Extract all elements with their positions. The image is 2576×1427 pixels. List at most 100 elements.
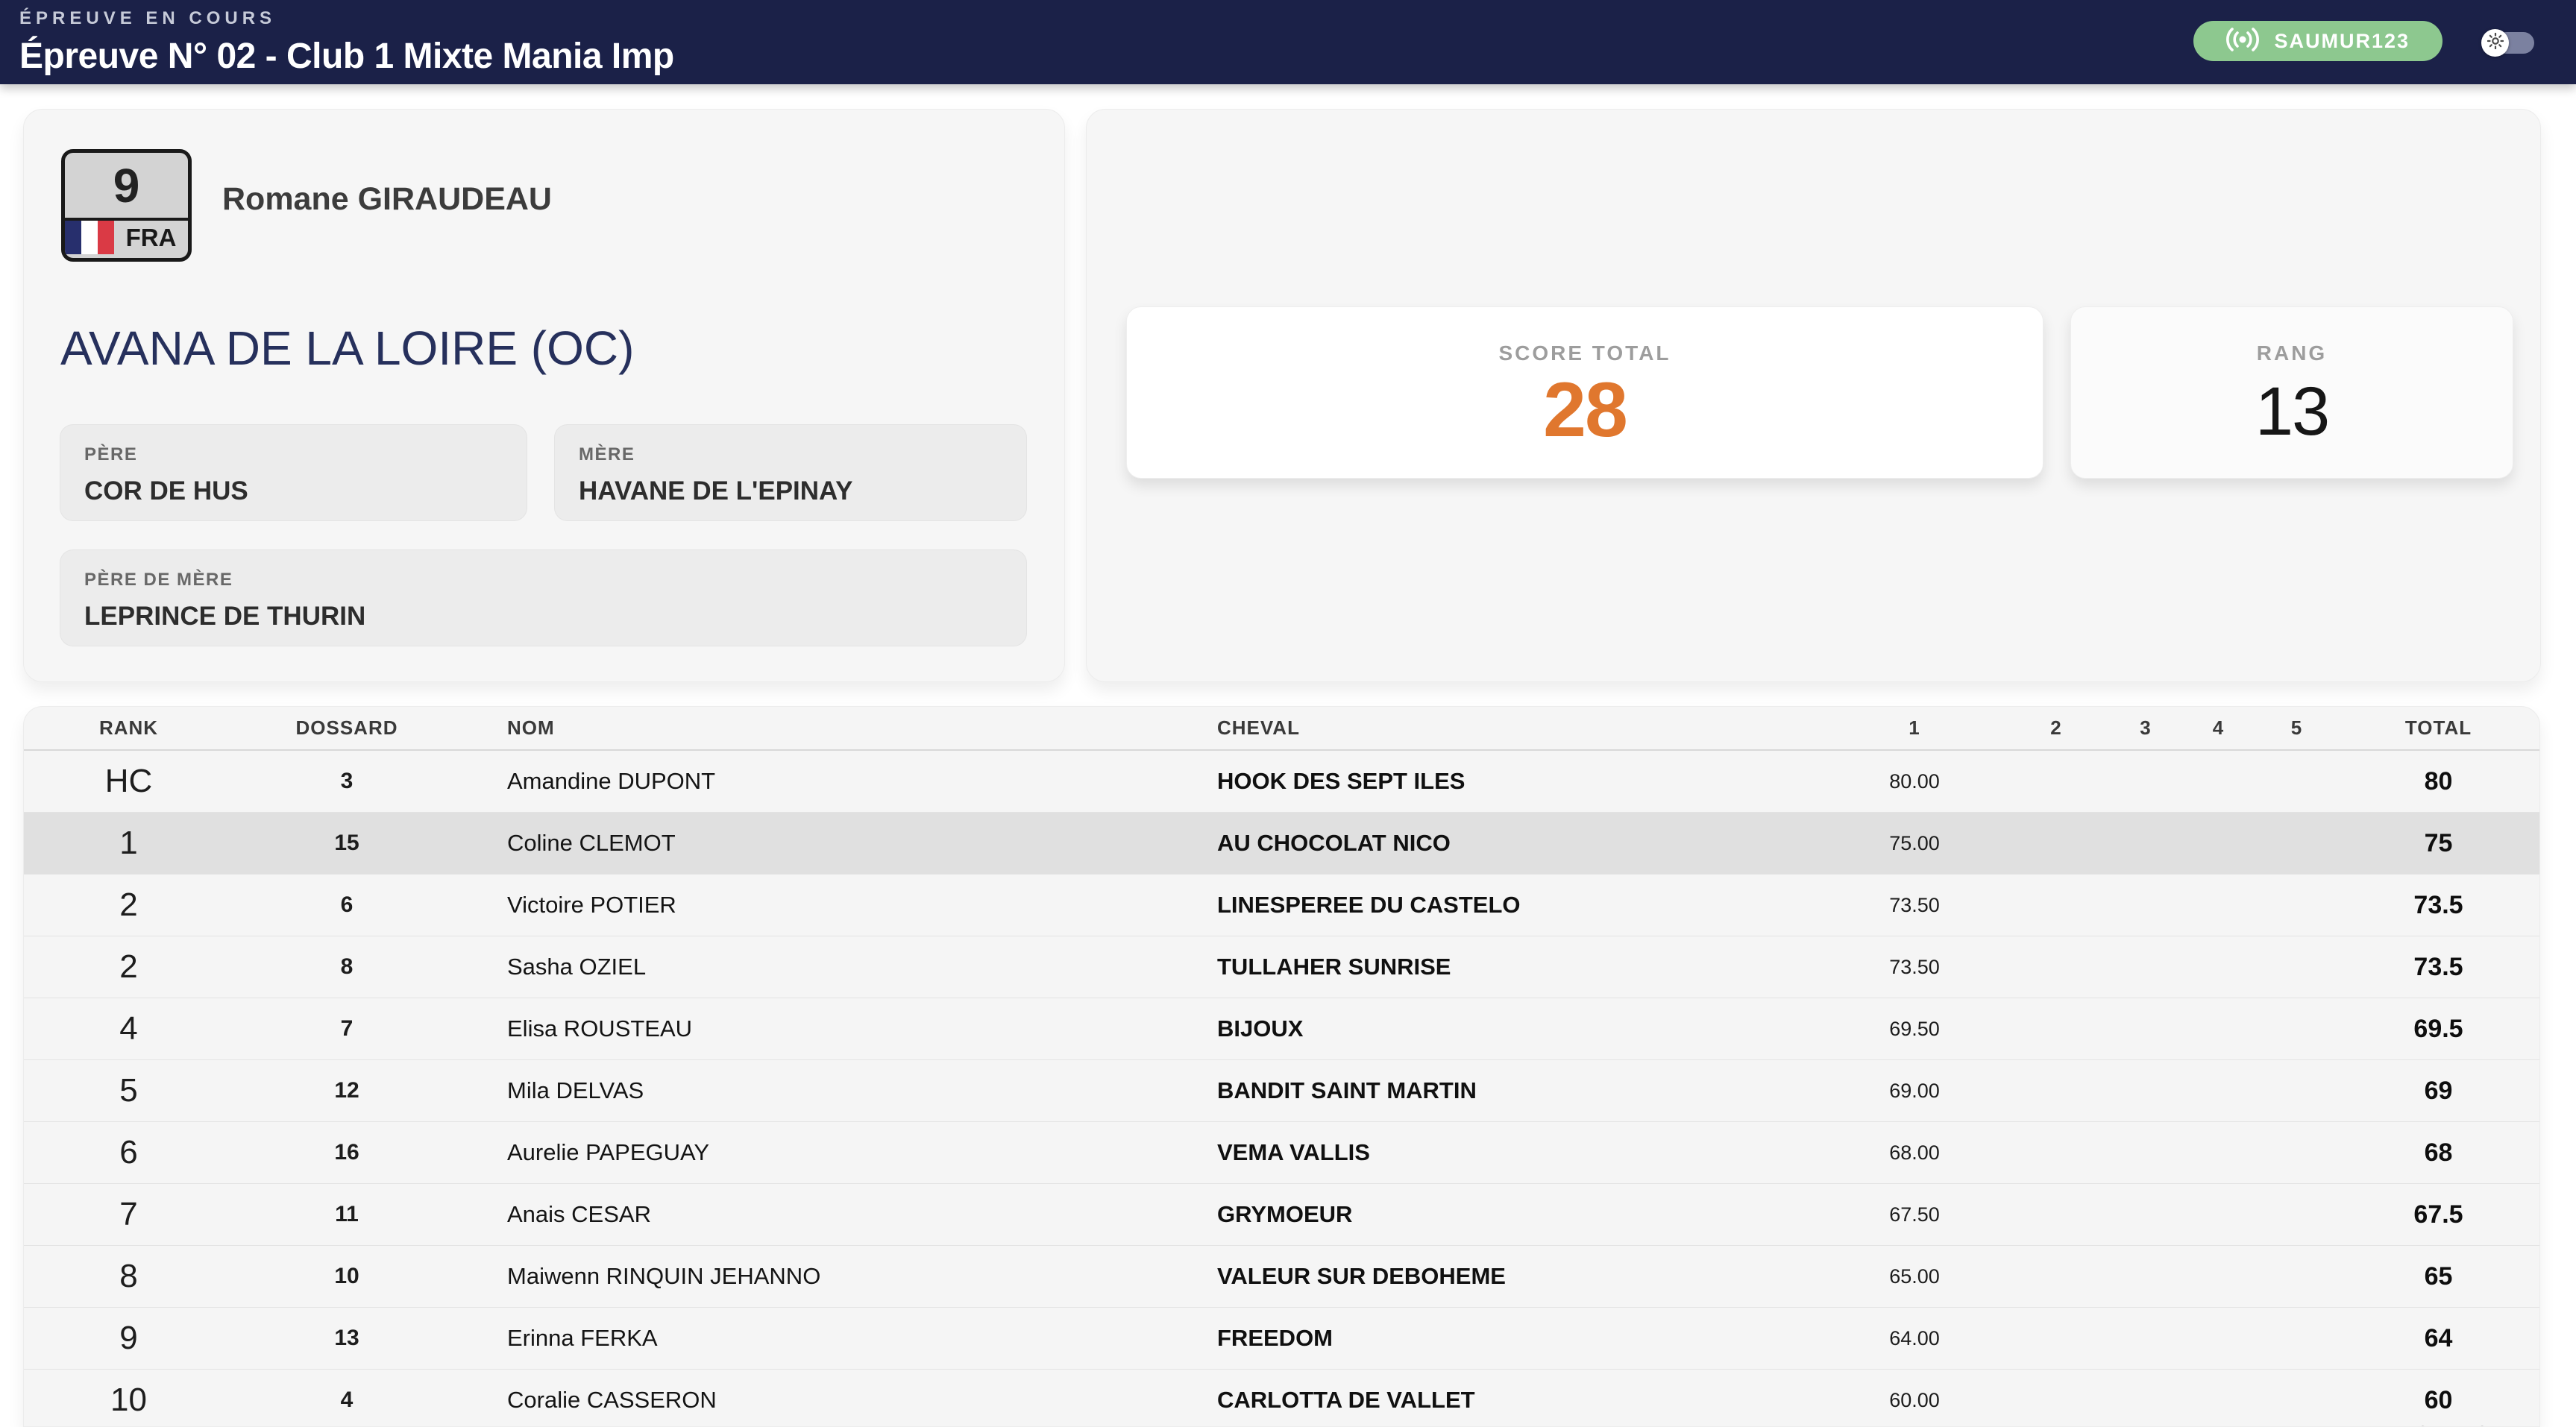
pedigree-dam-box: MÈRE HAVANE DE L'EPINAY	[554, 424, 1027, 521]
table-row[interactable]: 47Elisa ROUSTEAUBIJOUX69.5069.5	[24, 998, 2539, 1060]
pedigree-label: PÈRE	[84, 444, 503, 465]
table-row[interactable]: 512Mila DELVASBANDIT SAINT MARTIN69.0069	[24, 1060, 2539, 1122]
table-row[interactable]: 115Coline CLEMOTAU CHOCOLAT NICO75.0075	[24, 813, 2539, 875]
theme-toggle[interactable]	[2495, 32, 2534, 54]
cell-cheval: AU CHOCOLAT NICO	[1206, 830, 1829, 857]
cell-score-1: 75.00	[1829, 832, 2000, 855]
cell-total: 80	[2336, 767, 2540, 796]
pedigree-value: LEPRINCE DE THURIN	[84, 602, 1002, 631]
table-row[interactable]: 711Anais CESARGRYMOEUR67.5067.5	[24, 1184, 2539, 1246]
pagination-label: 1-16 sur 16	[2389, 1422, 2487, 1427]
cell-score-1: 64.00	[1829, 1327, 2000, 1350]
country-code: FRA	[114, 221, 188, 254]
table-row[interactable]: 913Erinna FERKAFREEDOM64.0064	[24, 1308, 2539, 1370]
cell-rank: 9	[24, 1320, 233, 1357]
pedigree-value: HAVANE DE L'EPINAY	[579, 476, 1002, 506]
col-header-1: 1	[1829, 716, 2000, 740]
pedigree-sire-box: PÈRE COR DE HUS	[60, 424, 527, 521]
cell-cheval: HOOK DES SEPT ILES	[1206, 768, 1829, 795]
col-header-cheval: CHEVAL	[1206, 716, 1829, 740]
cell-nom: Aurelie PAPEGUAY	[460, 1139, 1206, 1166]
cell-total: 60	[2336, 1386, 2540, 1415]
cell-rank: 7	[24, 1196, 233, 1233]
cell-dossard: 15	[233, 831, 460, 856]
col-header-2: 2	[2000, 716, 2112, 740]
bib-plate: 9 FRA	[61, 149, 192, 262]
bib-number: 9	[65, 153, 188, 221]
rider-name: Romane GIRAUDEAU	[222, 180, 552, 218]
score-total-label: SCORE TOTAL	[1498, 341, 1671, 365]
cell-rank: 2	[24, 886, 233, 924]
score-total-value: 28	[1543, 371, 1627, 449]
table-body: HC3Amandine DUPONTHOOK DES SEPT ILES80.0…	[24, 751, 2539, 1427]
cell-cheval: GRYMOEUR	[1206, 1201, 1829, 1228]
sun-icon	[2487, 33, 2504, 53]
col-header-total: TOTAL	[2336, 716, 2540, 740]
pedigree-label: MÈRE	[579, 444, 1002, 465]
cell-rank: HC	[24, 763, 233, 800]
live-badge-label: SAUMUR123	[2274, 30, 2410, 53]
results-table-card: RANK DOSSARD NOM CHEVAL 1 2 3 4 5 TOTAL …	[23, 706, 2540, 1427]
cell-score-1: 67.50	[1829, 1203, 2000, 1226]
pedigree-value: COR DE HUS	[84, 476, 503, 506]
cell-dossard: 16	[233, 1140, 460, 1165]
cell-dossard: 4	[233, 1387, 460, 1413]
rank-value: 13	[2255, 377, 2328, 446]
cell-nom: Erinna FERKA	[460, 1325, 1206, 1352]
cell-cheval: VEMA VALLIS	[1206, 1139, 1829, 1166]
col-header-dossard: DOSSARD	[233, 716, 460, 740]
rank-label: RANG	[2257, 341, 2327, 365]
cell-score-1: 73.50	[1829, 894, 2000, 917]
cell-total: 75	[2336, 829, 2540, 858]
table-row[interactable]: 26Victoire POTIERLINESPEREE DU CASTELO73…	[24, 875, 2539, 936]
cell-score-1: 69.50	[1829, 1018, 2000, 1041]
col-header-3: 3	[2112, 716, 2179, 740]
page-title: Épreuve N° 02 - Club 1 Mixte Mania Imp	[19, 36, 2576, 77]
cell-nom: Maiwenn RINQUIN JEHANNO	[460, 1263, 1206, 1290]
table-row[interactable]: 810Maiwenn RINQUIN JEHANNOVALEUR SUR DEB…	[24, 1246, 2539, 1308]
cell-total: 73.5	[2336, 891, 2540, 920]
cell-nom: Anais CESAR	[460, 1201, 1206, 1228]
cell-nom: Mila DELVAS	[460, 1077, 1206, 1104]
col-header-4: 4	[2179, 716, 2258, 740]
table-row[interactable]: 104Coralie CASSERONCARLOTTA DE VALLET60.…	[24, 1370, 2539, 1427]
theme-toggle-knob[interactable]	[2481, 29, 2509, 57]
cell-rank: 5	[24, 1072, 233, 1109]
broadcast-icon	[2226, 27, 2259, 56]
score-total-card: SCORE TOTAL 28	[1126, 306, 2043, 479]
cell-total: 69	[2336, 1077, 2540, 1106]
cell-total: 64	[2336, 1324, 2540, 1353]
table-row[interactable]: 616Aurelie PAPEGUAYVEMA VALLIS68.0068	[24, 1122, 2539, 1184]
cell-nom: Amandine DUPONT	[460, 768, 1206, 795]
cell-nom: Sasha OZIEL	[460, 954, 1206, 980]
col-header-5: 5	[2258, 716, 2336, 740]
cell-rank: 4	[24, 1010, 233, 1048]
cell-nom: Coline CLEMOT	[460, 830, 1206, 857]
cell-score-1: 73.50	[1829, 956, 2000, 979]
cell-nom: Coralie CASSERON	[460, 1387, 1206, 1414]
score-panel: SCORE TOTAL 28 RANG 13	[1086, 109, 2541, 682]
cell-dossard: 12	[233, 1078, 460, 1103]
cell-rank: 2	[24, 948, 233, 986]
rider-card: 9 FRA Romane GIRAUDEAU AVANA DE LA LOIRE…	[23, 109, 1065, 682]
cell-dossard: 10	[233, 1264, 460, 1289]
cell-cheval: BIJOUX	[1206, 1015, 1829, 1042]
cell-cheval: BANDIT SAINT MARTIN	[1206, 1077, 1829, 1104]
cell-cheval: FREEDOM	[1206, 1325, 1829, 1352]
france-flag-icon	[65, 221, 114, 254]
table-header-row: RANK DOSSARD NOM CHEVAL 1 2 3 4 5 TOTAL	[24, 707, 2539, 751]
cell-rank: 8	[24, 1258, 233, 1295]
table-row[interactable]: 28Sasha OZIELTULLAHER SUNRISE73.5073.5	[24, 936, 2539, 998]
col-header-nom: NOM	[460, 716, 1206, 740]
table-row[interactable]: HC3Amandine DUPONTHOOK DES SEPT ILES80.0…	[24, 751, 2539, 813]
cell-score-1: 65.00	[1829, 1265, 2000, 1288]
cell-nom: Victoire POTIER	[460, 892, 1206, 919]
cell-total: 67.5	[2336, 1200, 2540, 1229]
cell-rank: 6	[24, 1134, 233, 1171]
cell-total: 69.5	[2336, 1015, 2540, 1044]
cell-dossard: 3	[233, 769, 460, 794]
app-header: ÉPREUVE EN COURS Épreuve N° 02 - Club 1 …	[0, 0, 2576, 84]
live-badge[interactable]: SAUMUR123	[2193, 21, 2443, 61]
cell-rank: 10	[24, 1382, 233, 1419]
cell-score-1: 80.00	[1829, 770, 2000, 793]
